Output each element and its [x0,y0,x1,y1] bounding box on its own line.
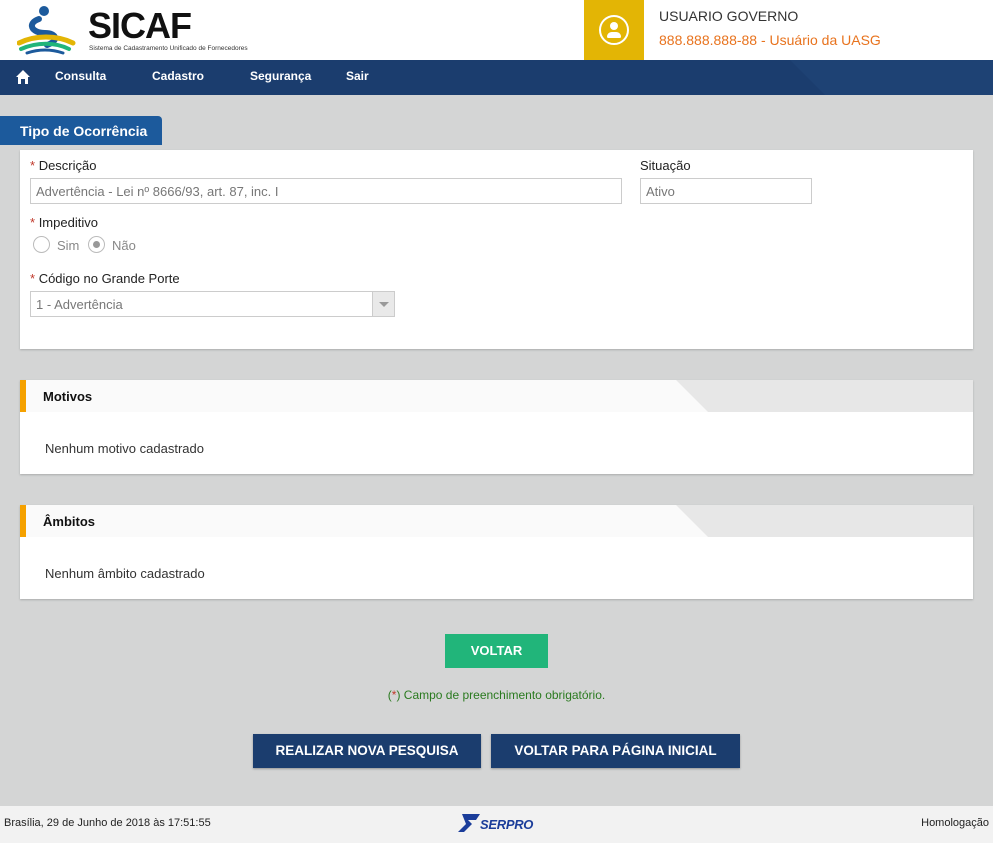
pagina-inicial-button[interactable]: VOLTAR PARA PÁGINA INICIAL [491,734,740,768]
required-mark: * [30,215,36,230]
required-mark: * [30,158,36,173]
note-text: Campo de preenchimento obrigatório. [400,688,606,702]
ambitos-title: Âmbitos [43,514,95,529]
home-icon[interactable] [15,69,31,85]
footer-environment: Homologação [921,817,989,829]
motivos-panel: Motivos Nenhum motivo cadastrado [20,380,973,474]
section-title: Tipo de Ocorrência [0,116,162,145]
motivos-title: Motivos [43,389,93,404]
serpro-logo-icon [458,814,480,832]
ambitos-empty-text: Nenhum âmbito cadastrado [45,566,205,581]
impeditivo-label-text: Impeditivo [38,215,98,230]
serpro-text: SERPRO [480,817,534,832]
impeditivo-sim-radio[interactable] [33,236,50,253]
main-nav: Consulta Cadastro Segurança Sair [0,60,993,95]
header: SICAF Sistema de Cadastramento Unificado… [0,0,993,60]
situacao-field[interactable]: Ativo [640,178,812,204]
situacao-label: Situação [640,158,691,173]
codigo-label-text: Código no Grande Porte [38,271,180,286]
logo-subtitle: Sistema de Cadastramento Unificado de Fo… [89,45,248,52]
serpro-logo[interactable]: SERPRO [458,811,538,835]
motivos-header: Motivos [20,380,973,412]
user-info: 888.888.888-88 - Usuário da UASG [659,32,881,48]
form-panel: * Descrição Advertência - Lei nº 8666/93… [20,150,973,349]
required-note: (*) Campo de preenchimento obrigatório. [0,688,993,702]
ambitos-panel: Âmbitos Nenhum âmbito cadastrado [20,505,973,599]
codigo-select[interactable]: 1 - Advertência [30,291,395,317]
impeditivo-nao-label: Não [112,238,136,253]
impeditivo-label: * Impeditivo [30,215,98,230]
codigo-select-value: 1 - Advertência [36,297,123,312]
descricao-label: * Descrição [30,158,96,173]
sicaf-logo[interactable]: SICAF Sistema de Cadastramento Unificado… [17,5,277,57]
footer-datetime: Brasília, 29 de Junho de 2018 às 17:51:5… [4,817,211,829]
descricao-label-text: Descrição [38,158,97,173]
nav-item-sair[interactable]: Sair [346,69,369,83]
logo-text: SICAF [88,5,192,46]
user-name: USUARIO GOVERNO [659,8,799,24]
chevron-down-icon[interactable] [372,292,394,316]
nav-item-cadastro[interactable]: Cadastro [152,69,204,83]
user-cpf: 888.888.888-88 [659,32,758,48]
codigo-label: * Código no Grande Porte [30,271,180,286]
required-mark: * [30,271,36,286]
impeditivo-sim-label: Sim [57,238,80,253]
motivos-empty-text: Nenhum motivo cadastrado [45,441,204,456]
nav-item-consulta[interactable]: Consulta [55,69,106,83]
user-avatar[interactable] [584,0,644,60]
user-icon [599,15,629,45]
descricao-field[interactable]: Advertência - Lei nº 8666/93, art. 87, i… [30,178,622,204]
nav-item-seguranca[interactable]: Segurança [250,69,311,83]
ambitos-header: Âmbitos [20,505,973,537]
impeditivo-nao-radio[interactable] [88,236,105,253]
nova-pesquisa-button[interactable]: REALIZAR NOVA PESQUISA [253,734,481,768]
voltar-button[interactable]: VOLTAR [445,634,548,668]
sicaf-logo-icon [17,6,76,55]
user-role: - Usuário da UASG [757,32,881,48]
